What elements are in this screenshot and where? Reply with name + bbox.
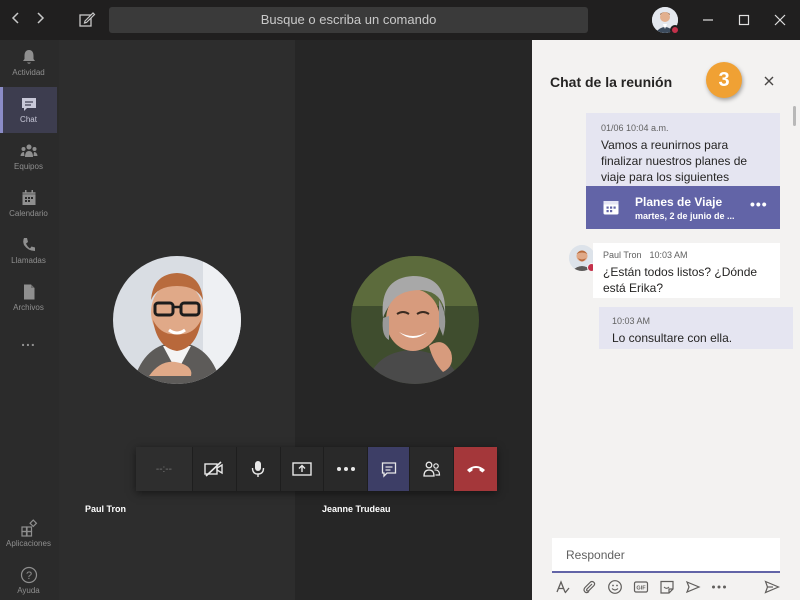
- more-options-icon[interactable]: [708, 578, 729, 596]
- meeting-chat-panel: Chat de la reunión 3 01/06 10:04 a.m. Va…: [532, 40, 800, 600]
- participant-name: Jeanne Trudeau: [322, 504, 391, 514]
- show-chat-button[interactable]: [368, 447, 411, 491]
- meeting-card[interactable]: Planes de Viaje martes, 2 de junio de ..…: [586, 186, 780, 229]
- presence-busy-icon: [670, 25, 680, 35]
- bell-icon: [22, 50, 35, 64]
- reply-input[interactable]: [552, 538, 780, 573]
- file-icon: [23, 284, 34, 300]
- rail-item-label: Aplicaciones: [6, 539, 51, 548]
- meet-now-icon[interactable]: [682, 578, 703, 596]
- share-screen-icon: [292, 462, 312, 476]
- message-text: Lo consultare con ella.: [612, 331, 733, 345]
- rail-item-label: Llamadas: [11, 256, 46, 265]
- rail-item-apps[interactable]: Aplicaciones: [0, 511, 57, 557]
- send-icon[interactable]: [764, 579, 781, 600]
- more-options-icon: [336, 467, 355, 471]
- close-icon[interactable]: [762, 74, 776, 88]
- participant-video: [113, 256, 241, 384]
- rail-item-calendar[interactable]: Calendario: [0, 181, 57, 227]
- chat-panel-title: Chat de la reunión: [550, 74, 673, 90]
- camera-off-icon: [204, 461, 223, 477]
- rail-item-label: Calendario: [9, 209, 48, 218]
- sticker-icon[interactable]: [656, 578, 677, 596]
- help-icon: ?: [20, 566, 37, 584]
- message-timestamp: 10:03 AM: [649, 250, 688, 260]
- chevron-left-icon[interactable]: [10, 11, 22, 30]
- chat-icon: [21, 98, 36, 111]
- message-author: Paul Tron: [603, 250, 642, 260]
- app-rail: Actividad Chat Equipos Calendario Llamad…: [0, 40, 59, 600]
- participant-name: Paul Tron: [85, 504, 127, 514]
- svg-text:GIF: GIF: [636, 586, 646, 592]
- format-icon[interactable]: [552, 578, 573, 596]
- rail-item-label: Actividad: [12, 68, 45, 77]
- microphone-icon: [251, 461, 265, 477]
- participants-icon: [423, 461, 440, 477]
- close-window-icon[interactable]: [770, 10, 790, 30]
- participant-video: [351, 256, 479, 384]
- apps-icon: [20, 519, 37, 537]
- calendar-icon: [603, 201, 619, 215]
- rail-item-label: Archivos: [13, 303, 44, 312]
- teams-icon: [20, 144, 37, 157]
- mic-toggle-button[interactable]: [237, 447, 281, 491]
- rail-item-label: Ayuda: [17, 586, 40, 595]
- rail-item-activity[interactable]: Actividad: [0, 40, 57, 86]
- call-timer: --:--: [136, 447, 193, 491]
- phone-icon: [22, 238, 35, 251]
- card-subtitle: martes, 2 de junio de ...: [635, 211, 735, 221]
- maximize-icon[interactable]: [734, 10, 754, 30]
- rail-item-chat[interactable]: Chat: [0, 87, 57, 133]
- minimize-icon[interactable]: [698, 10, 718, 30]
- chat-icon: [381, 462, 396, 478]
- more-apps-button[interactable]: ...: [0, 333, 57, 349]
- chat-scrollbar[interactable]: [793, 106, 796, 126]
- more-options-button[interactable]: [324, 447, 369, 491]
- search-input[interactable]: Busque o escriba un comando: [109, 7, 588, 33]
- emoji-icon[interactable]: [604, 578, 625, 596]
- card-title: Planes de Viaje: [635, 195, 723, 209]
- camera-toggle-button[interactable]: [193, 447, 237, 491]
- rail-item-label: Chat: [20, 115, 37, 124]
- chat-message: 10:03 AM Lo consultare con ella.: [599, 307, 793, 349]
- svg-text:?: ?: [25, 570, 31, 582]
- gif-icon[interactable]: GIF: [630, 578, 651, 596]
- call-controls: --:--: [136, 447, 497, 491]
- rail-item-calls[interactable]: Llamadas: [0, 228, 57, 274]
- rail-item-label: Equipos: [14, 162, 43, 171]
- rail-item-files[interactable]: Archivos: [0, 275, 57, 321]
- teams-window: Busque o escriba un comando Actividad Ch…: [0, 0, 800, 600]
- step-badge: 3: [706, 62, 742, 98]
- message-timestamp: 10:03 AM: [612, 316, 651, 326]
- calendar-icon: [22, 190, 35, 205]
- rail-item-teams[interactable]: Equipos: [0, 134, 57, 180]
- hang-up-button[interactable]: [454, 447, 497, 491]
- show-participants-button[interactable]: [410, 447, 455, 491]
- title-bar: Busque o escriba un comando: [0, 0, 800, 40]
- attach-icon[interactable]: [578, 578, 599, 596]
- chat-message: Paul Tron 10:03 AM ¿Están todos listos? ¿…: [593, 243, 780, 298]
- chevron-right-icon[interactable]: [34, 11, 46, 30]
- rail-item-help[interactable]: ? Ayuda: [0, 558, 57, 600]
- compose-toolbar: GIF: [552, 577, 784, 597]
- meeting-stage: Paul Tron Jeanne Trudeau: [59, 40, 532, 600]
- new-chat-icon[interactable]: [78, 11, 96, 29]
- message-text: ¿Están todos listos? ¿Dónde está Erika?: [603, 265, 758, 295]
- message-timestamp: 01/06 10:04 a.m.: [601, 123, 669, 133]
- share-screen-button[interactable]: [281, 447, 325, 491]
- card-more-button[interactable]: •••: [750, 196, 768, 212]
- hang-up-icon: [466, 466, 485, 473]
